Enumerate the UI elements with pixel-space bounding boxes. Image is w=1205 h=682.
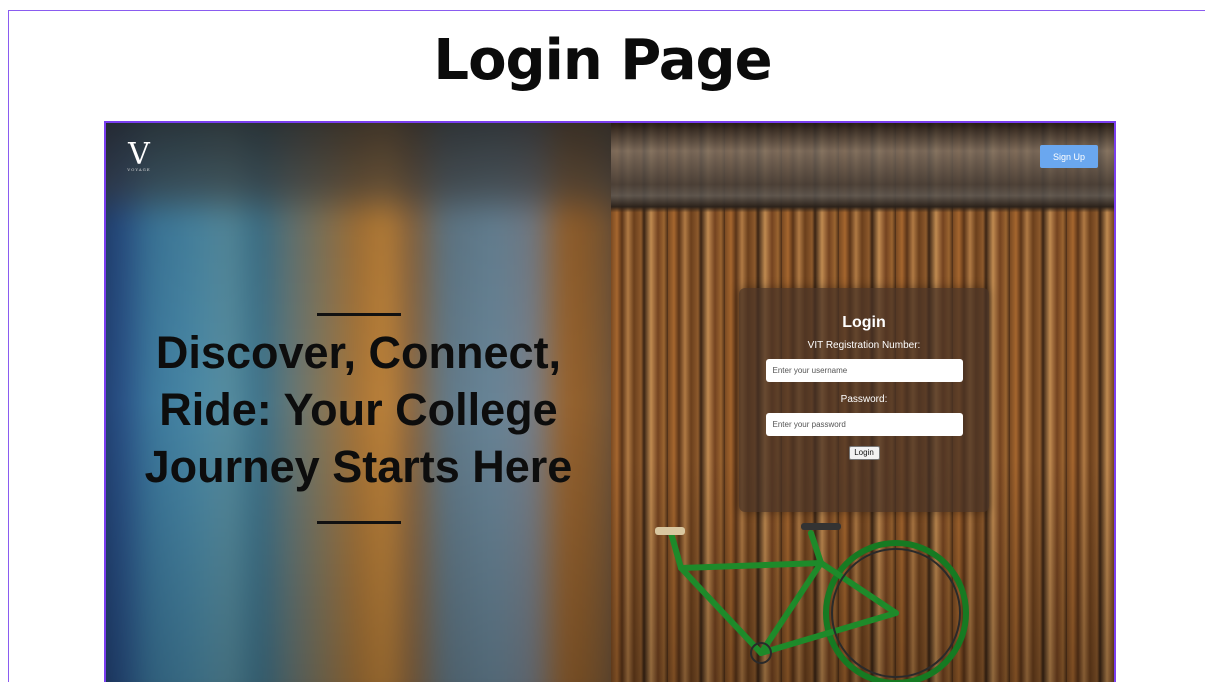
logo-subtext: VOYAGE: [127, 167, 151, 172]
divider-bottom: [316, 521, 401, 524]
hero-panel: V VOYAGE Discover, Connect, Ride: Your C…: [106, 123, 611, 682]
username-input[interactable]: [765, 359, 963, 382]
login-button[interactable]: Login: [848, 446, 880, 460]
app-screenshot: V VOYAGE Discover, Connect, Ride: Your C…: [104, 121, 1116, 682]
login-card: Login VIT Registration Number: Password:…: [739, 288, 989, 512]
page-heading: Login Page: [433, 28, 772, 93]
hero-tagline-block: Discover, Connect, Ride: Your College Jo…: [106, 313, 611, 524]
password-input[interactable]: [765, 413, 963, 436]
login-title: Login: [842, 314, 886, 331]
username-label: VIT Registration Number:: [807, 340, 921, 351]
divider-top: [316, 313, 401, 316]
login-panel: Sign Up Login VIT Registration Number: P…: [611, 123, 1114, 682]
brand-logo[interactable]: V VOYAGE: [122, 137, 156, 173]
hero-tagline: Discover, Connect, Ride: Your College Jo…: [144, 327, 573, 492]
password-label: Password:: [840, 394, 888, 405]
signup-button[interactable]: Sign Up: [1040, 145, 1098, 168]
